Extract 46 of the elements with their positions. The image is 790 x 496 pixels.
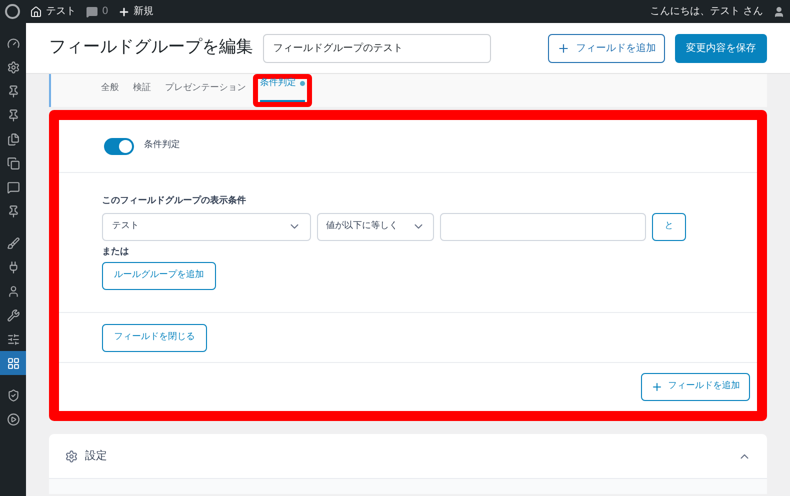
tab[interactable]: プレゼンテーション [165,82,246,107]
plus-icon [118,6,130,18]
dashboard-icon [6,36,20,50]
value-field[interactable] [440,212,646,240]
close-fields-button[interactable]: フィールドを閉じる [102,324,207,352]
brush-icon [6,236,20,250]
param-select[interactable]: テスト [102,212,311,240]
or-label: または [102,246,130,258]
site-link[interactable]: テスト [30,4,76,19]
and-button[interactable]: と [652,212,686,240]
page-title: フィールドグループを編集 [49,36,253,60]
avatar-icon[interactable] [773,6,785,18]
grid-icon [6,356,20,370]
save-button[interactable]: 変更内容を保存 [675,34,767,62]
sidebar-item[interactable] [0,351,26,375]
add-field-button[interactable]: フィールドを追加 [548,34,665,62]
rules-heading: このフィールドグループの表示条件 [102,195,247,208]
user-icon [6,284,20,298]
plus-icon [557,42,570,54]
gear-icon [6,60,20,74]
operator-select[interactable]: 値が以下に等しく [317,212,434,240]
comment-icon [6,180,20,194]
comment-icon [86,6,98,18]
toggle-label: 条件判定 [144,139,180,152]
plus-icon [651,381,663,393]
tab[interactable]: 検証 [133,82,151,107]
shield-check-icon [6,388,20,402]
pin-icon [6,108,20,122]
add-rule-group-button[interactable]: ルールグループを追加 [102,262,216,290]
toggle-switch[interactable] [104,138,134,154]
home-icon [30,6,42,18]
new-link[interactable]: 新規 [118,4,154,19]
pin-icon [6,204,20,218]
plug-icon [6,260,20,274]
greeting-link[interactable]: こんにちは、テスト さん [650,4,763,19]
play-icon [6,412,20,426]
add-field-button[interactable]: フィールドを追加 [641,373,750,401]
wrench-icon [6,308,20,322]
gear-icon [65,450,78,462]
pin-icon [6,84,20,98]
group-name-field[interactable]: フィールドグループのテスト [263,34,491,62]
tab[interactable]: 条件判定 [260,76,305,102]
tab[interactable]: 全般 [101,82,119,107]
settings-title: 設定 [85,448,107,464]
comments-link[interactable]: 0 [86,4,108,19]
sliders-icon [6,332,20,346]
